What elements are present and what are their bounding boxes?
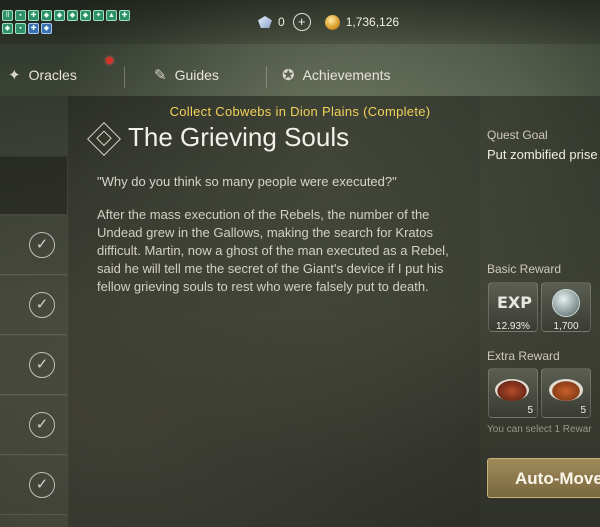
top-bar: ll ▪ ✚ ◆ ◆ ◆ ◆ ✦ ▲ ✚ ◆ ▪ ✚ ◆ 0 + 1,736,1… xyxy=(0,0,600,44)
buff-icon[interactable]: ✚ xyxy=(28,10,39,21)
reward-slot-silver[interactable]: 1,700 xyxy=(541,282,591,332)
buff-icon[interactable]: ll xyxy=(2,10,13,21)
quest-list-item[interactable] xyxy=(0,96,67,157)
silver-value: 1,700 xyxy=(553,321,579,332)
tab-oracles-label: Oracles xyxy=(28,67,77,83)
reward-slot-exp[interactable]: EXP 12.93% xyxy=(488,282,538,332)
oracles-icon: ✦ xyxy=(8,67,21,84)
currency-bar: 0 + 1,736,126 xyxy=(258,13,399,31)
skewer-count: 5 xyxy=(580,405,586,416)
basic-reward-label: Basic Reward xyxy=(487,262,562,276)
tab-guides-label: Guides xyxy=(174,67,219,83)
exp-value: 12.93% xyxy=(496,321,530,332)
quest-list-item[interactable]: ✓ xyxy=(0,396,67,455)
tab-divider xyxy=(124,66,125,88)
buff-icon[interactable]: ▪ xyxy=(15,23,26,34)
buff-icon[interactable]: ▲ xyxy=(106,10,117,21)
buff-icon[interactable]: ◆ xyxy=(41,23,52,34)
reward-select-note: You can select 1 Rewar xyxy=(487,424,592,435)
silver-coin-icon xyxy=(552,289,580,317)
tab-achievements[interactable]: ✪ Achievements xyxy=(282,66,391,84)
tab-guides[interactable]: ✎ Guides xyxy=(154,66,219,84)
quest-status-subtitle: Collect Cobwebs in Dion Plains (Complete… xyxy=(169,104,431,119)
buff-icon[interactable]: ◆ xyxy=(67,10,78,21)
quest-list-item[interactable]: ✓ xyxy=(0,336,67,395)
check-circle-icon: ✓ xyxy=(29,472,55,498)
quest-list-item[interactable]: ✓ xyxy=(0,276,67,335)
extra-reward-label: Extra Reward xyxy=(487,349,560,363)
buff-icons: ll ▪ ✚ ◆ ◆ ◆ ◆ ✦ ▲ ✚ ◆ ▪ ✚ ◆ xyxy=(2,10,142,34)
tab-oracles[interactable]: ✦ Oracles xyxy=(8,66,77,84)
buff-icon[interactable]: ✦ xyxy=(93,10,104,21)
steak-count: 5 xyxy=(527,405,533,416)
quest-tabs: ✦ Oracles ✎ Guides ✪ Achievements xyxy=(0,60,600,94)
quest-list-item[interactable]: ✓ xyxy=(0,456,67,515)
quest-list-item[interactable]: ✓ xyxy=(0,216,67,275)
quest-quote: "Why do you think so many people were ex… xyxy=(97,174,397,189)
quest-detail xyxy=(68,96,480,527)
quest-goal-label: Quest Goal xyxy=(487,128,548,142)
skewer-icon xyxy=(549,379,583,401)
gem-count: 0 xyxy=(278,15,285,29)
tab-achievements-label: Achievements xyxy=(302,67,391,83)
gold-coin-icon xyxy=(324,14,340,30)
add-gems-button[interactable]: + xyxy=(292,13,311,31)
quest-list: ✓ ✓ ✓ ✓ ✓ xyxy=(0,96,68,527)
tab-divider xyxy=(266,66,267,88)
quest-description: After the mass execution of the Rebels, … xyxy=(97,207,449,294)
steak-icon xyxy=(495,379,529,401)
buff-icon[interactable]: ◆ xyxy=(54,10,65,21)
check-circle-icon: ✓ xyxy=(29,292,55,318)
buff-icon[interactable]: ▪ xyxy=(15,10,26,21)
reward-slot-skewer[interactable]: 5 xyxy=(541,368,591,418)
reward-slot-steak[interactable]: 5 xyxy=(488,368,538,418)
buff-icon[interactable]: ✚ xyxy=(28,23,39,34)
quest-goal-text: Put zombified prise xyxy=(487,147,598,162)
buff-icon[interactable]: ◆ xyxy=(2,23,13,34)
quest-list-item-selected[interactable] xyxy=(0,156,67,215)
gold-count: 1,736,126 xyxy=(345,15,400,29)
quest-title: The Grieving Souls xyxy=(128,122,350,152)
check-circle-icon: ✓ xyxy=(29,232,55,258)
notification-dot xyxy=(106,57,113,64)
buff-icon[interactable]: ◆ xyxy=(80,10,91,21)
guides-icon: ✎ xyxy=(154,67,167,84)
buff-icon[interactable]: ◆ xyxy=(41,10,52,21)
check-circle-icon: ✓ xyxy=(29,412,55,438)
achievements-icon: ✪ xyxy=(282,67,295,84)
buff-icon[interactable]: ✚ xyxy=(119,10,130,21)
exp-icon: EXP xyxy=(497,293,532,312)
gem-icon xyxy=(258,16,272,28)
auto-move-button[interactable]: Auto-Move xyxy=(487,458,600,498)
check-circle-icon: ✓ xyxy=(29,352,55,378)
